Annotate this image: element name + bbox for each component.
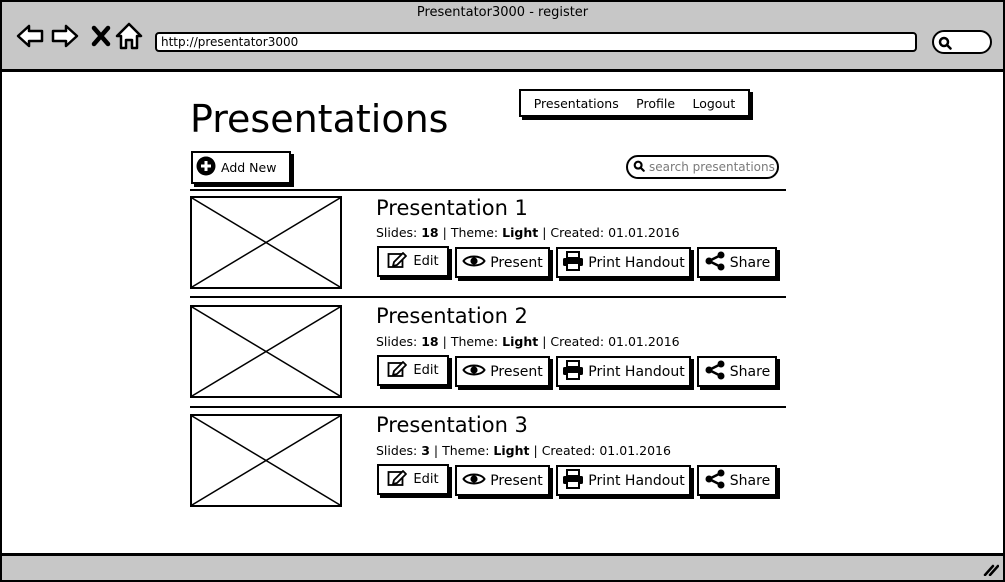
presentation-title[interactable]: Presentation 3 — [376, 413, 528, 437]
theme-label: Theme: — [442, 443, 490, 458]
presentation-meta: Slides: 3 | Theme: Light | Created: 01.0… — [376, 443, 671, 459]
eye-icon — [462, 253, 486, 273]
resize-grip-icon[interactable] — [983, 561, 1000, 580]
edit-label: Edit — [413, 472, 439, 487]
print-handout-button[interactable]: Print Handout — [556, 465, 691, 496]
edit-button[interactable]: Edit — [377, 355, 449, 386]
share-icon — [704, 251, 726, 275]
meta-separator: | — [442, 225, 447, 240]
share-icon — [704, 469, 726, 493]
share-icon — [704, 360, 726, 384]
edit-label: Edit — [413, 363, 439, 378]
share-label: Share — [729, 254, 771, 271]
edit-label: Edit — [413, 254, 439, 269]
search-icon — [938, 35, 952, 54]
present-button[interactable]: Present — [455, 356, 550, 387]
edit-button[interactable]: Edit — [377, 464, 449, 495]
created-date: 01.01.2016 — [608, 334, 680, 349]
presentation-title[interactable]: Presentation 1 — [376, 196, 528, 220]
home-icon[interactable] — [114, 20, 144, 52]
share-button[interactable]: Share — [697, 465, 777, 496]
created-date: 01.01.2016 — [608, 225, 680, 240]
print-handout-label: Print Handout — [588, 363, 685, 380]
presentation-thumbnail[interactable] — [190, 305, 342, 398]
theme-value: Light — [502, 225, 539, 240]
edit-icon — [387, 360, 409, 382]
print-handout-label: Print Handout — [588, 472, 685, 489]
plus-circle-icon — [196, 156, 216, 179]
meta-separator: | — [533, 443, 538, 458]
window-title: Presentator3000 - register — [416, 5, 589, 20]
slides-label: Slides: — [376, 443, 418, 458]
print-handout-button[interactable]: Print Handout — [556, 247, 691, 278]
browser-search-box[interactable] — [932, 30, 992, 54]
presentation-meta: Slides: 18 | Theme: Light | Created: 01.… — [376, 225, 680, 241]
share-button[interactable]: Share — [697, 247, 777, 278]
meta-separator: | — [542, 334, 547, 349]
edit-button[interactable]: Edit — [377, 246, 449, 277]
address-bar[interactable]: http://presentator3000 — [155, 32, 917, 52]
print-handout-label: Print Handout — [588, 254, 685, 271]
present-button[interactable]: Present — [455, 247, 550, 278]
slides-label: Slides: — [376, 225, 418, 240]
top-navigation: Presentations Profile Logout — [519, 89, 750, 117]
slides-count: 18 — [421, 334, 439, 349]
nav-item-presentations[interactable]: Presentations — [534, 96, 619, 111]
present-button[interactable]: Present — [455, 465, 550, 496]
presentation-thumbnail[interactable] — [190, 414, 342, 507]
slides-count: 3 — [421, 443, 430, 458]
print-handout-button[interactable]: Print Handout — [556, 356, 691, 387]
page-title: Presentations — [190, 97, 449, 141]
presentation-title[interactable]: Presentation 2 — [376, 304, 528, 328]
created-label: Created: — [550, 225, 605, 240]
share-label: Share — [729, 363, 771, 380]
divider — [190, 296, 786, 298]
back-arrow-icon[interactable] — [15, 20, 45, 52]
theme-value: Light — [493, 443, 530, 458]
add-new-label: Add New — [221, 160, 277, 175]
add-new-button[interactable]: Add New — [191, 151, 291, 184]
printer-icon — [562, 359, 584, 384]
share-label: Share — [729, 472, 771, 489]
meta-separator: | — [433, 443, 439, 458]
created-label: Created: — [550, 334, 605, 349]
present-label: Present — [490, 254, 543, 271]
edit-icon — [387, 469, 409, 491]
meta-separator: | — [442, 334, 447, 349]
presentation-meta: Slides: 18 | Theme: Light | Created: 01.… — [376, 334, 680, 350]
printer-icon — [562, 250, 584, 275]
search-presentations-input[interactable]: search presentations — [626, 155, 779, 179]
forward-arrow-icon[interactable] — [50, 20, 80, 52]
eye-icon — [462, 471, 486, 491]
share-button[interactable]: Share — [697, 356, 777, 387]
divider — [190, 189, 786, 191]
search-icon — [633, 160, 645, 175]
present-label: Present — [490, 363, 543, 380]
edit-icon — [387, 251, 409, 273]
theme-label: Theme: — [450, 334, 499, 349]
created-label: Created: — [541, 443, 596, 458]
eye-icon — [462, 362, 486, 382]
created-date: 01.01.2016 — [599, 443, 671, 458]
stop-close-icon[interactable] — [86, 20, 116, 52]
status-bar — [0, 553, 1005, 582]
divider — [190, 406, 786, 408]
present-label: Present — [490, 472, 543, 489]
presentation-thumbnail[interactable] — [190, 196, 342, 289]
theme-value: Light — [502, 334, 539, 349]
slides-count: 18 — [421, 225, 439, 240]
nav-item-profile[interactable]: Profile — [636, 96, 675, 111]
printer-icon — [562, 468, 584, 493]
nav-item-logout[interactable]: Logout — [692, 96, 735, 111]
meta-separator: | — [542, 225, 547, 240]
slides-label: Slides: — [376, 334, 418, 349]
theme-label: Theme: — [450, 225, 499, 240]
search-placeholder: search presentations — [649, 160, 775, 174]
